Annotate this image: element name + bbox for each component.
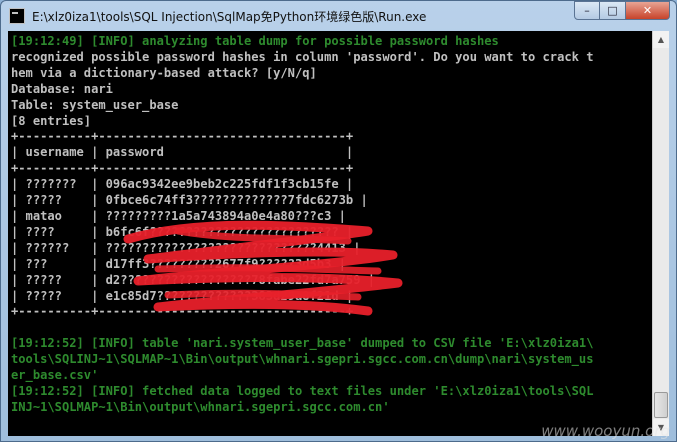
console-line: +----------+----------------------------…	[11, 304, 354, 319]
console-line: tools\SQLINJ~1\SQLMAP~1\Bin\output\whnar…	[11, 352, 594, 367]
console-line: [8 entries]	[11, 113, 92, 128]
console-line: Database: nari	[11, 81, 113, 96]
console-line: [19:12:52] [INFO] table 'nari.system_use…	[11, 336, 594, 351]
window-controls: – □ ✕	[574, 1, 670, 20]
console-line: recognized possible password hashes in c…	[11, 49, 594, 64]
console-line: | ??????? | 096ac9342ee9beb2c225fdf1f3cb…	[11, 177, 354, 192]
maximize-button[interactable]: □	[600, 1, 626, 20]
console-line: [19:12:52] [INFO] fetched data logged to…	[11, 383, 594, 398]
scroll-up-arrow-icon[interactable]: ▲	[653, 31, 669, 48]
console-line: +----------+----------------------------…	[11, 129, 354, 144]
console-line: +----------+----------------------------…	[11, 161, 354, 176]
console-window: E:\xlz0iza1\tools\SQL Injection\SqlMap免P…	[0, 0, 677, 442]
console-line: INJ~1\SQLMAP~1\Bin\output\whnari.sgepri.…	[11, 399, 390, 414]
console-line: Table: system_user_base	[11, 97, 179, 112]
close-button[interactable]: ✕	[626, 1, 670, 20]
console-line: | ???? | b6fc6f?????????????????????????…	[11, 224, 354, 239]
minimize-button[interactable]: –	[574, 1, 600, 20]
wooyun-watermark: www.wooyun.org	[541, 422, 670, 440]
console-line: | username | password |	[11, 145, 354, 160]
console-line: | ????? | e1c85d7?????????????383d29a8f2…	[11, 288, 354, 303]
console-line: | ?????? | ?????????????????????????????…	[11, 240, 361, 255]
console-line: er_base.csv'	[11, 368, 99, 383]
console-line: [19:12:49] [INFO] analyzing table dump f…	[11, 34, 499, 48]
console-output[interactable]: [19:12:49] [INFO] analyzing table dump f…	[8, 31, 652, 436]
console-lines: [19:12:49] [INFO] analyzing table dump f…	[11, 34, 593, 416]
console-line: | matao | ?????????1a5a743894a0e4a80???c…	[11, 208, 346, 223]
console-line: | ??? | d17ff3?????????2677f9?????3d5b3 …	[11, 256, 346, 271]
vertical-scrollbar[interactable]: ▲ ▼	[652, 31, 669, 436]
console-app-icon	[9, 8, 25, 24]
console-line: | ????? | 0fbce6c74ff3?????????????7fdc6…	[11, 193, 368, 208]
title-bar[interactable]: E:\xlz0iza1\tools\SQL Injection\SqlMap免P…	[1, 1, 676, 31]
console-line: hem via a dictionary-based attack? [y/N/…	[11, 65, 317, 80]
scrollbar-thumb[interactable]	[654, 392, 668, 418]
window-title: E:\xlz0iza1\tools\SQL Injection\SqlMap免P…	[32, 10, 427, 24]
console-line: | ????? | d2??????????????????78fabe22fd…	[11, 272, 376, 287]
